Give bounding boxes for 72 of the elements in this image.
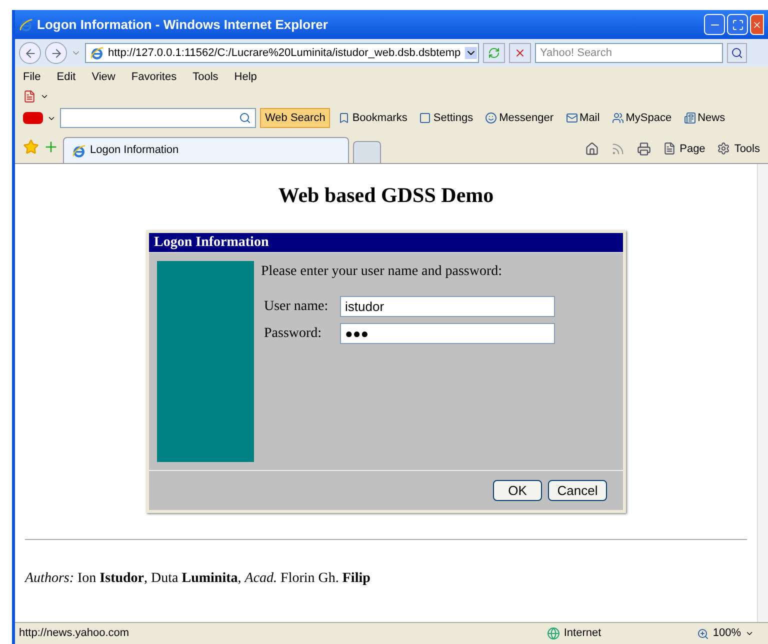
authors-text: Authors: Ion Istudor, Duta Luminita, Acad. Florin Gh. Filip xyxy=(25,570,370,588)
dialog-title-bar: Logon Information xyxy=(149,232,623,252)
globe-icon xyxy=(546,627,560,640)
close-button[interactable] xyxy=(750,14,764,35)
back-arrow-icon xyxy=(24,46,36,60)
menu-item[interactable]: File xyxy=(23,68,41,86)
toolbar-search-field[interactable] xyxy=(60,108,256,128)
back-button[interactable] xyxy=(19,42,41,64)
feed-icon[interactable] xyxy=(610,142,625,156)
toolbar-button[interactable]: MySpace xyxy=(608,110,676,126)
window-title: Logon Information - Windows Internet Explorer xyxy=(37,16,328,34)
menu-item[interactable]: Help xyxy=(234,68,257,86)
field-label: Password: xyxy=(264,324,323,342)
toolbar-icon xyxy=(419,112,432,124)
maximize-icon xyxy=(732,18,744,30)
page-icon xyxy=(662,142,676,156)
login-prompt: Please enter your user name and password: xyxy=(261,262,504,280)
search-icon xyxy=(731,47,743,59)
toolbar-icon xyxy=(485,112,498,124)
menu-item[interactable]: Favorites xyxy=(131,68,177,86)
browser-logo-icon xyxy=(19,18,33,32)
dialog-button[interactable]: OK xyxy=(493,480,542,500)
search-field[interactable]: Yahoo! Search xyxy=(535,43,723,63)
toolbar-button[interactable]: Bookmarks xyxy=(334,110,412,126)
web-search-button[interactable]: Web Search xyxy=(260,108,330,128)
stop-button[interactable] xyxy=(509,43,531,63)
minimize-button[interactable] xyxy=(704,14,725,35)
menu-item[interactable]: Edit xyxy=(56,68,76,86)
browser-logo-icon xyxy=(90,46,104,60)
gear-icon xyxy=(717,142,730,156)
toolbar-icon xyxy=(566,112,578,124)
browser-tab[interactable]: Logon Information xyxy=(63,137,349,163)
zoom-button[interactable]: 100% xyxy=(696,625,754,642)
dialog-button[interactable]: Cancel xyxy=(548,480,607,500)
zoom-icon xyxy=(696,628,709,640)
add-favorite-icon[interactable] xyxy=(43,139,59,155)
security-zone: Internet xyxy=(564,626,602,642)
input-field[interactable]: istudor xyxy=(340,296,555,316)
forward-arrow-icon xyxy=(50,46,62,60)
home-icon[interactable] xyxy=(584,142,599,156)
status-text: http://news.yahoo.com xyxy=(19,626,130,642)
search-button[interactable] xyxy=(727,43,747,63)
toolbar-icon xyxy=(612,112,624,124)
close-icon xyxy=(752,20,762,30)
browser-logo-icon xyxy=(72,144,86,158)
toolbar-button[interactable]: Messenger xyxy=(481,110,558,126)
yahoo-logo-icon[interactable] xyxy=(23,112,43,124)
document-icon[interactable] xyxy=(23,90,36,102)
refresh-icon xyxy=(488,47,500,59)
page-heading: Web based GDSS Demo xyxy=(278,182,494,209)
menu-item[interactable]: View xyxy=(92,68,116,86)
address-field[interactable]: http://127.0.0.1:11562/C:/Lucrare%20Luminita/istudor_web.dsb.dsbtemp xyxy=(85,43,479,63)
caret-icon[interactable] xyxy=(464,47,477,59)
command-button[interactable]: Page xyxy=(662,140,706,157)
forward-button[interactable] xyxy=(45,42,67,64)
toolbar-button[interactable]: Mail xyxy=(562,110,604,126)
command-button[interactable]: Tools xyxy=(717,140,760,157)
scrollbar[interactable] xyxy=(757,164,768,622)
field-label: User name: xyxy=(264,298,330,316)
caret-icon xyxy=(745,629,754,638)
refresh-button[interactable] xyxy=(483,43,505,63)
favorites-star-icon[interactable] xyxy=(23,139,39,155)
stop-icon xyxy=(514,47,526,59)
toolbar-icon xyxy=(684,112,696,124)
toolbar-icon xyxy=(338,112,350,124)
toolbar-button[interactable]: News xyxy=(680,110,730,126)
input-field[interactable]: ●●● xyxy=(340,322,555,344)
maximize-button[interactable] xyxy=(727,14,748,35)
toolbar-button[interactable]: Settings xyxy=(415,110,478,126)
search-icon xyxy=(239,112,251,124)
print-icon[interactable] xyxy=(636,142,651,156)
menu-item[interactable]: Tools xyxy=(192,68,218,86)
